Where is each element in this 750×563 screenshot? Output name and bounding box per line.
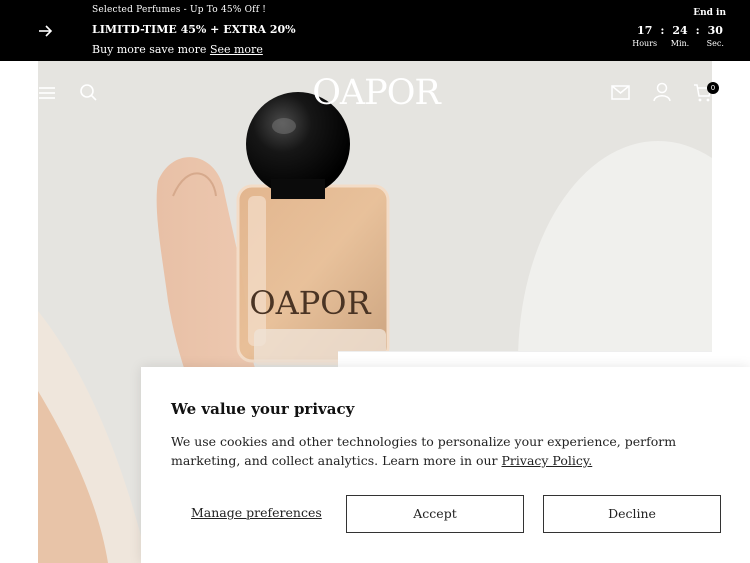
promo-subtext-label: Buy more save more [92, 43, 210, 56]
account-icon[interactable] [651, 81, 673, 103]
cookie-title: We value your privacy [171, 400, 355, 418]
mail-icon[interactable] [610, 82, 632, 104]
countdown-minutes: 24 Min. [665, 24, 694, 49]
search-icon[interactable] [78, 82, 100, 104]
menu-icon[interactable] [37, 83, 59, 105]
hours-value: 17 [637, 24, 653, 37]
countdown-timer: End in 17 Hours : 24 Min. : 30 Sec. [630, 6, 730, 49]
announcement-bar: Selected Perfumes - Up To 45% Off ! LIMI… [0, 0, 750, 61]
countdown-seconds: 30 Sec. [701, 24, 730, 49]
site-header: OAPOR [0, 61, 750, 125]
minutes-label: Min. [670, 39, 690, 48]
hours-label: Hours [632, 39, 658, 48]
arrow-right-icon[interactable] [36, 22, 54, 40]
manage-preferences-link[interactable]: Manage preferences [191, 505, 322, 520]
countdown-label: End in [693, 8, 726, 18]
promo-eyebrow: Selected Perfumes - Up To 45% Off ! [92, 5, 267, 15]
minutes-value: 24 [672, 24, 688, 37]
seconds-value: 30 [707, 24, 723, 37]
seconds-label: Sec. [706, 39, 724, 48]
cookie-body-text: We use cookies and other technologies to… [171, 434, 677, 468]
promo-headline: LIMITD-TIME 45% + EXTRA 20% [92, 23, 296, 36]
cookie-body: We use cookies and other technologies to… [171, 432, 731, 470]
privacy-policy-link[interactable]: Privacy Policy. [502, 453, 593, 468]
promo-subtext: Buy more save more See more [92, 42, 296, 58]
accept-button[interactable]: Accept [346, 495, 524, 533]
see-more-link[interactable]: See more [210, 43, 263, 56]
promo-text: Selected Perfumes - Up To 45% Off ! LIMI… [92, 4, 296, 58]
decline-button[interactable]: Decline [543, 495, 721, 533]
bottle-label: OAPOR [249, 284, 371, 322]
cart-count-badge: 0 [707, 82, 719, 94]
countdown-hours: 17 Hours [630, 24, 659, 49]
cookie-consent-banner: We value your privacy We use cookies and… [141, 367, 750, 563]
site-logo[interactable]: OAPOR [296, 73, 456, 113]
countdown-values: 17 Hours : 24 Min. : 30 Sec. [630, 24, 730, 49]
